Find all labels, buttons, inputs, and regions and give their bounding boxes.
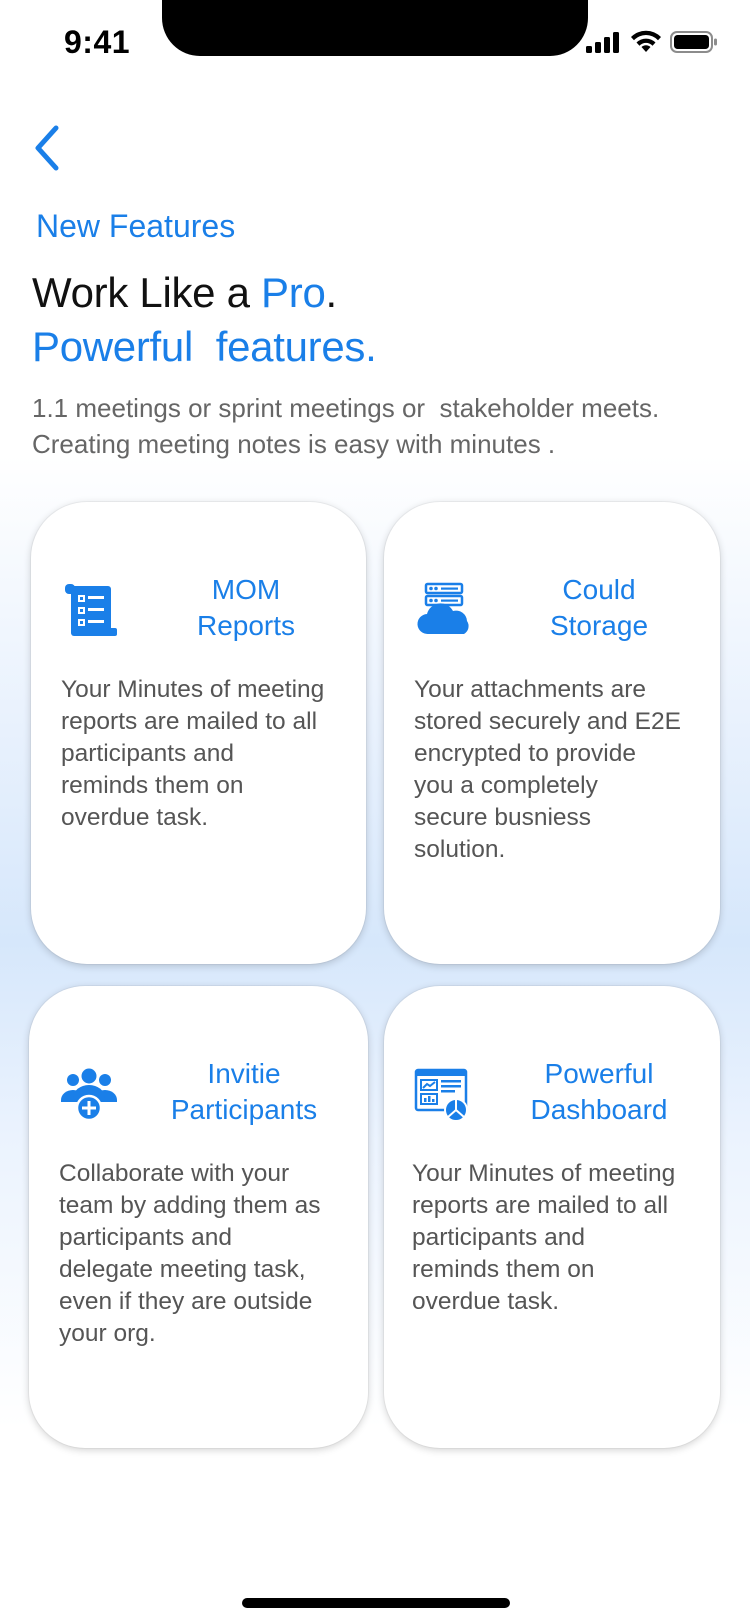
section-eyebrow: New Features (36, 208, 236, 244)
feature-card-dashboard[interactable]: Powerful Dashboard Your Minutes of meeti… (384, 986, 720, 1448)
battery-icon (670, 31, 717, 53)
device-notch (162, 0, 588, 56)
card-title-line-1: Invitie (207, 1058, 281, 1089)
headline-line-2: Powerful features. (32, 323, 377, 370)
feature-card-mom-reports[interactable]: MOM Reports Your Minutes of meeting repo… (31, 502, 366, 964)
card-title-line-2: Storage (549, 610, 649, 641)
page-subtext: 1.1 meetings or sprint meetings or stake… (32, 390, 732, 462)
card-text-line: you a completely (414, 772, 598, 799)
card-title-line-1: Could (562, 574, 636, 605)
subtext-line-1: 1.1 meetings or sprint meetings or stake… (32, 393, 660, 423)
card-text-line: reminds them on (61, 772, 244, 799)
card-title-line-1: MOM (211, 574, 281, 605)
card-title: Powerful Dashboard (484, 1056, 714, 1128)
invite-participants-icon (61, 1068, 117, 1122)
card-text-line: even if they are outside (59, 1288, 313, 1315)
subtext-line-2: Creating meeting notes is easy with minu… (32, 429, 556, 459)
cloud-storage-icon (417, 582, 469, 635)
card-text-line: participants and (59, 1224, 232, 1251)
card-text-line: overdue task. (412, 1288, 560, 1315)
headline-prefix: Work Like a (32, 269, 262, 316)
cellular-signal-icon (586, 32, 619, 53)
card-text-line: participants and (61, 740, 234, 767)
card-text-line: participants and (412, 1224, 585, 1251)
wifi-icon (631, 30, 661, 52)
dashboard-icon (414, 1068, 468, 1122)
headline-line-1: Work Like a Pro. (32, 266, 376, 320)
card-text-line: your org. (59, 1320, 156, 1347)
card-text-line: stored securely and E2E (414, 708, 681, 735)
card-text-line: delegate meeting task, (59, 1256, 306, 1283)
card-description: Your Minutes of meeting reports are mail… (61, 674, 324, 834)
card-text-line: Collaborate with your (59, 1160, 290, 1187)
card-description: Your attachments are stored securely and… (414, 674, 681, 866)
status-time: 9:41 (64, 24, 131, 60)
card-title: Could Storage (494, 572, 704, 644)
feature-card-cloud-storage[interactable]: Could Storage Your attachments are store… (384, 502, 720, 964)
card-text-line: solution. (414, 836, 506, 863)
card-text-line: reports are mailed to all (412, 1192, 669, 1219)
card-title-line-2: Reports (196, 610, 296, 641)
status-icons (586, 30, 718, 54)
headline-suffix: . (325, 269, 338, 316)
home-indicator (242, 1598, 510, 1608)
card-text-line: reminds them on (412, 1256, 595, 1283)
card-title: MOM Reports (141, 572, 351, 644)
page-headline: Work Like a Pro. Powerful features. (32, 266, 377, 374)
card-text-line: reports are mailed to all (61, 708, 318, 735)
card-text-line: team by adding them as (59, 1192, 321, 1219)
card-text-line: overdue task. (61, 804, 209, 831)
card-text-line: Your attachments are (414, 676, 646, 703)
card-title-line-1: Powerful (544, 1058, 654, 1089)
card-description: Collaborate with your team by adding the… (59, 1158, 321, 1350)
card-title-line-2: Dashboard (530, 1094, 668, 1125)
card-title: Invitie Participants (129, 1056, 359, 1128)
headline-accent: Pro (261, 269, 326, 316)
card-text-line: Your Minutes of meeting (412, 1160, 676, 1187)
card-description: Your Minutes of meeting reports are mail… (412, 1158, 675, 1318)
report-icon (65, 584, 117, 636)
card-text-line: encrypted to provide (414, 740, 636, 767)
feature-card-invite-participants[interactable]: Invitie Participants Collaborate with yo… (29, 986, 368, 1448)
card-text-line: Your Minutes of meeting (61, 676, 325, 703)
chevron-left-icon (35, 125, 59, 171)
back-button[interactable] (28, 120, 72, 176)
card-text-line: secure busniess (414, 804, 592, 831)
card-title-line-2: Participants (170, 1094, 318, 1125)
